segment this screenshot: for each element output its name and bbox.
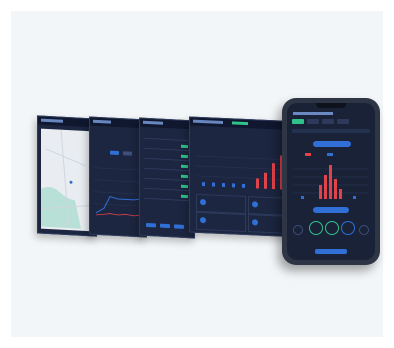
line-chart	[94, 167, 142, 217]
gauge-icon	[325, 221, 339, 235]
gauge-icon	[309, 221, 323, 235]
app-title-bar	[293, 112, 333, 115]
gauge-icon	[341, 221, 355, 235]
screen-header	[90, 117, 146, 129]
action-button[interactable]	[146, 222, 156, 228]
info-bar	[292, 129, 370, 133]
bottom-button[interactable]	[315, 249, 347, 254]
header-title-bar	[93, 119, 111, 124]
map-canvas	[40, 128, 94, 232]
filter-button[interactable]	[110, 150, 119, 156]
dashboard-screen-map	[37, 115, 97, 237]
tab[interactable]	[337, 119, 349, 124]
header-tab-active[interactable]	[232, 121, 248, 126]
stat-card	[196, 193, 246, 214]
section-pill	[313, 207, 349, 213]
action-button[interactable]	[174, 224, 184, 229]
header-title-bar	[41, 118, 63, 123]
tab[interactable]	[322, 119, 334, 124]
phone-screen	[287, 103, 375, 260]
phone-mockup	[282, 98, 380, 265]
action-button[interactable]	[160, 223, 170, 229]
section-pill	[313, 141, 351, 147]
stat-card	[196, 211, 246, 232]
legend-swatch-blue	[327, 153, 333, 156]
tab[interactable]	[307, 119, 319, 124]
legend-swatch-red	[305, 153, 311, 156]
header-title-bar	[143, 120, 163, 125]
notch-icon	[316, 103, 346, 108]
screen-header	[38, 116, 96, 128]
phone-bar-chart	[293, 165, 369, 199]
nav-left-icon[interactable]	[293, 225, 303, 235]
nav-right-icon[interactable]	[359, 225, 369, 235]
map-shape	[40, 129, 94, 229]
filter-button[interactable]	[123, 151, 132, 156]
screen-header	[140, 118, 194, 130]
bar-chart	[196, 155, 296, 190]
status-table	[144, 132, 190, 215]
tab-active[interactable]	[292, 119, 304, 124]
header-title-bar	[193, 119, 223, 124]
dashboard-screen-table	[139, 117, 195, 239]
